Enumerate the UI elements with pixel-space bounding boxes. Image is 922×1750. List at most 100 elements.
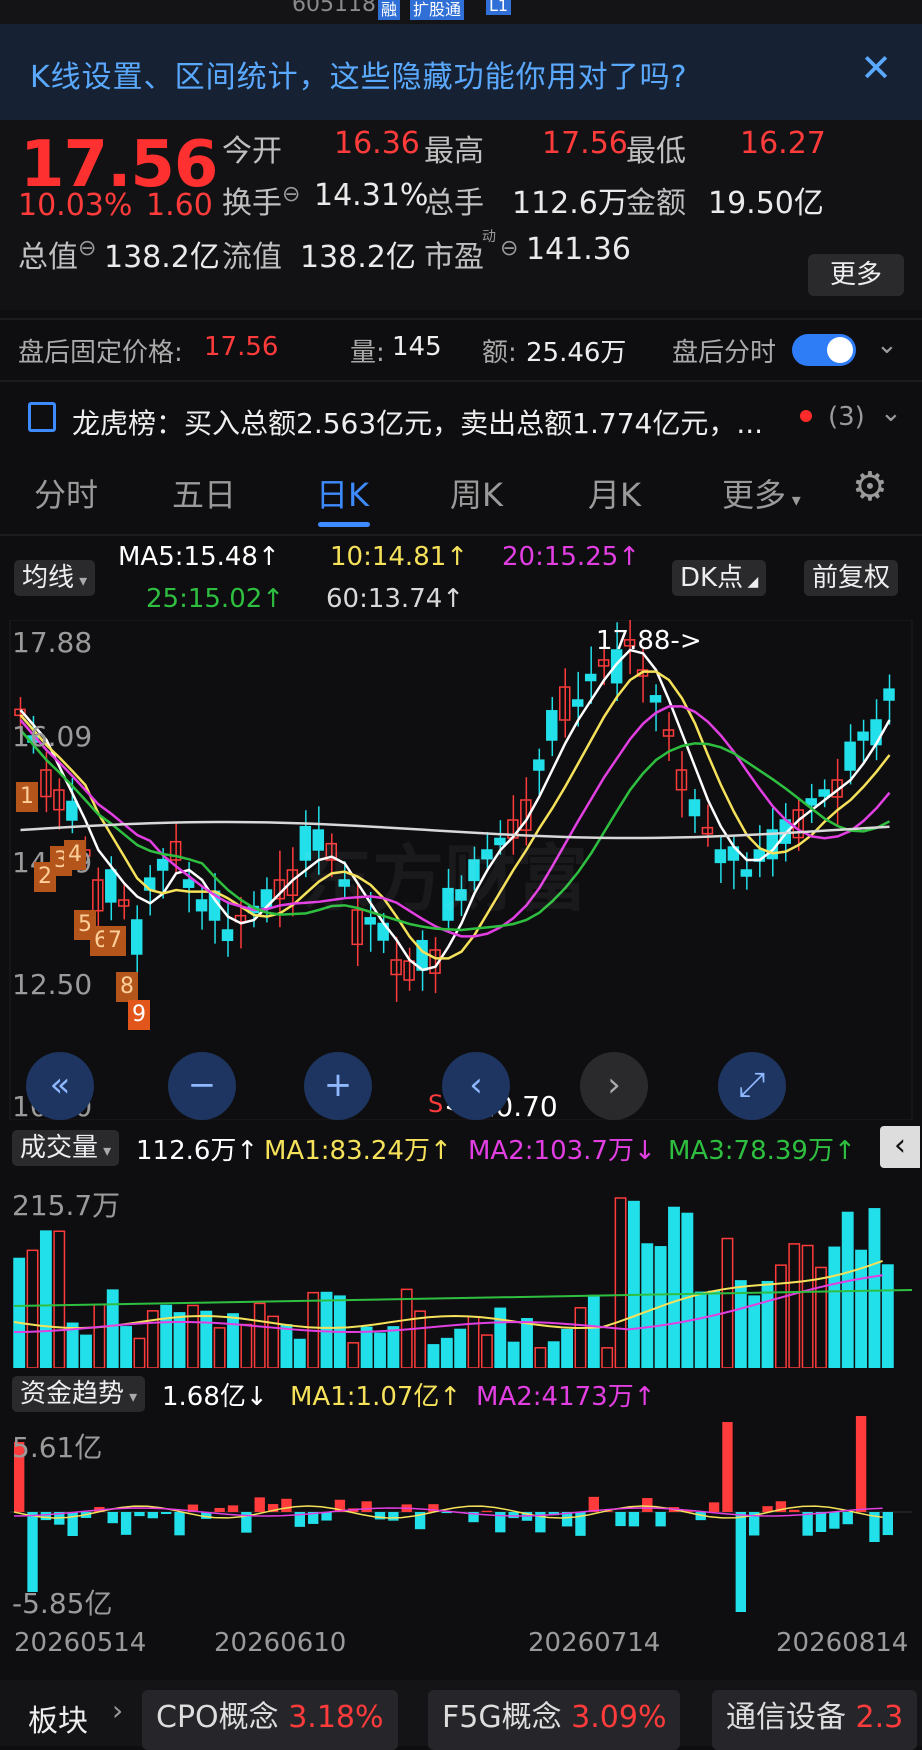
volume-value: 112.6万↑	[136, 1130, 258, 1167]
tab-timeshare[interactable]: 分时	[34, 470, 98, 516]
volume-ma2: MA2:103.7万↓	[468, 1130, 656, 1167]
volume-bar	[642, 1244, 652, 1368]
volume-label: 总手	[424, 178, 484, 222]
connect-badge: 扩股通	[410, 0, 464, 20]
scroll-left-fast-icon[interactable]: «	[26, 1052, 94, 1120]
fund-chart[interactable]	[0, 1416, 922, 1616]
period-tabs: 分时 五日 日K 周K 月K 更多 ▾ ⚙	[0, 470, 922, 530]
candle-body	[715, 850, 725, 862]
sector-chip[interactable]: CPO概念 3.18%	[142, 1690, 398, 1750]
volume-bar	[629, 1202, 639, 1368]
tab-more-label: 更多	[722, 476, 786, 514]
fund-bar	[482, 1511, 492, 1512]
tab-daily-k[interactable]: 日K	[316, 470, 369, 516]
turnover-value: 14.31%	[314, 178, 428, 213]
volume-bar	[134, 1338, 144, 1368]
chevron-down-icon[interactable]: ⌄	[876, 330, 898, 360]
fund-y-min: -5.85亿	[12, 1582, 112, 1622]
more-button[interactable]: 更多	[808, 254, 904, 296]
dragon-tiger-text[interactable]: 龙虎榜：买入总额2.563亿元，卖出总额1.774亿元，...	[72, 402, 763, 442]
td-marker: 4	[64, 840, 86, 870]
fund-bar	[642, 1498, 652, 1512]
volume-bar	[348, 1343, 358, 1368]
tip-banner[interactable]: K线设置、区间统计，这些隐藏功能你用对了吗? ✕	[0, 24, 922, 120]
volume-bar	[14, 1258, 24, 1368]
candle-body	[184, 880, 194, 887]
mktcap-value: 138.2亿	[104, 232, 220, 276]
after-hours-price: 17.56	[204, 332, 278, 362]
scroll-left-icon[interactable]: ‹	[442, 1052, 510, 1120]
sector-name: F5G概念	[442, 1700, 562, 1735]
chevron-down-icon[interactable]: ⌄	[880, 398, 902, 428]
info-icon[interactable]: ⊖	[282, 182, 300, 207]
volume-selector[interactable]: 成交量 ▾	[12, 1130, 119, 1166]
candle-body	[106, 870, 116, 902]
tab-monthly-k[interactable]: 月K	[588, 470, 641, 516]
low-label: 最低	[626, 126, 686, 170]
volume-bar	[522, 1319, 532, 1368]
zoom-out-icon[interactable]: −	[168, 1052, 236, 1120]
ma-selector-label: 均线	[22, 563, 74, 593]
volume-bar	[442, 1339, 452, 1368]
max-price-note: 17.88->	[596, 626, 702, 656]
turnover-label: 换手	[222, 178, 282, 222]
fund-bar	[615, 1512, 625, 1526]
volume-chart[interactable]	[0, 1172, 922, 1368]
adjust-button[interactable]: 前复权	[804, 560, 898, 596]
fund-ma1: MA1:1.07亿↑	[290, 1376, 461, 1413]
volume-bar	[883, 1265, 893, 1368]
date-label: 20260714	[528, 1628, 660, 1658]
candle-body	[547, 711, 557, 740]
scroll-right-icon[interactable]: ›	[580, 1052, 648, 1120]
candle-body	[871, 720, 881, 745]
gear-icon[interactable]: ⚙	[852, 464, 888, 510]
info-icon[interactable]: ⊖	[78, 236, 96, 261]
after-hours-toggle[interactable]	[792, 334, 856, 366]
ma-selector[interactable]: 均线 ▾	[14, 560, 95, 596]
fund-bar	[121, 1512, 131, 1535]
fund-bar	[108, 1512, 118, 1523]
volume-ma1: MA1:83.24万↑	[264, 1130, 452, 1167]
fullscreen-icon[interactable]: ⤢	[718, 1052, 786, 1120]
fund-ma2: MA2:4173万↑	[476, 1376, 655, 1413]
banner-text[interactable]: K线设置、区间统计，这些隐藏功能你用对了吗?	[30, 52, 688, 96]
fund-bar	[829, 1512, 839, 1529]
collapse-icon[interactable]: ‹	[880, 1126, 920, 1168]
tab-weekly-k[interactable]: 周K	[450, 470, 503, 516]
sector-chip[interactable]: 通信设备 2.3	[712, 1690, 917, 1750]
volume-bar	[94, 1305, 104, 1368]
ma25-value: 25:15.02↑	[146, 584, 284, 614]
fund-bar	[214, 1508, 224, 1512]
volume-bar	[295, 1340, 305, 1368]
zoom-in-icon[interactable]: +	[304, 1052, 372, 1120]
candle-body	[845, 742, 855, 770]
volume-bar	[575, 1308, 585, 1368]
fund-bar	[508, 1512, 518, 1518]
info-icon[interactable]: ⊖	[500, 236, 518, 261]
volume-bar	[27, 1250, 37, 1368]
fund-bar	[134, 1512, 144, 1516]
change-pct: 10.03%	[18, 188, 132, 223]
volume-bar	[321, 1293, 331, 1368]
volume-bar	[682, 1213, 692, 1368]
fund-selector[interactable]: 资金趋势 ▾	[12, 1376, 145, 1412]
divider	[0, 318, 922, 320]
open-value: 16.36	[334, 126, 420, 161]
candle-body	[651, 696, 661, 702]
ma5-value: MA5:15.48↑	[118, 542, 280, 572]
candle-body	[132, 920, 142, 954]
ma10-value: 10:14.81↑	[330, 542, 468, 572]
sector-chip[interactable]: F5G概念 3.09%	[428, 1690, 680, 1750]
high-label: 最高	[424, 126, 484, 170]
tab-more[interactable]: 更多 ▾	[722, 470, 801, 516]
unread-dot-icon	[800, 410, 812, 422]
volume-bar	[722, 1239, 732, 1368]
volume-bar	[549, 1342, 559, 1368]
dk-point-button[interactable]: DK点 ◢	[672, 560, 766, 596]
volume-bar	[375, 1333, 385, 1368]
watermark-logo: 东方财富	[300, 820, 588, 925]
volume-bar	[495, 1308, 505, 1368]
volume-bar	[108, 1290, 118, 1368]
close-icon[interactable]: ✕	[860, 46, 892, 90]
tab-five-day[interactable]: 五日	[172, 470, 236, 516]
